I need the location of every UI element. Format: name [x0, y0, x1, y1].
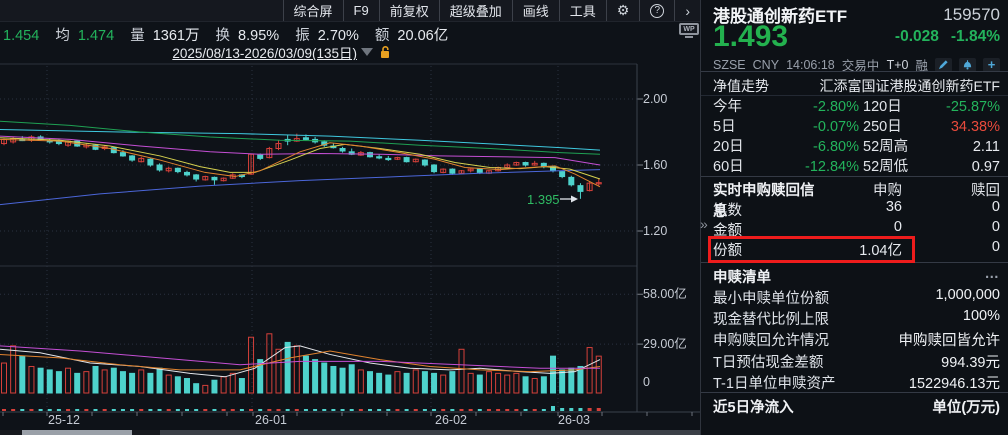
avg-price: 1.474	[78, 28, 114, 44]
edit-pencil-icon[interactable]	[935, 58, 952, 72]
panel-expand-icon[interactable]: »	[700, 215, 712, 233]
last-price: 1.454	[3, 28, 39, 44]
avg-label: 均	[55, 28, 70, 44]
perf-cell: 250日	[863, 117, 943, 137]
perf-cell: 20日	[713, 137, 771, 157]
perf-cell: -6.80%	[771, 137, 859, 157]
topbar-item-1[interactable]: F9	[343, 0, 379, 21]
svg-text:26-01: 26-01	[255, 413, 287, 427]
svg-text:2.00: 2.00	[643, 92, 667, 106]
perf-cell: 5日	[713, 117, 771, 137]
topbar-item-0[interactable]: 综合屏	[283, 0, 343, 21]
wp-window-icon[interactable]: WP	[679, 23, 699, 39]
topbar-item-3[interactable]: 超级叠加	[439, 0, 512, 21]
more-options-icon[interactable]: …	[985, 266, 1001, 287]
svg-text:1.395: 1.395	[527, 192, 560, 207]
topbar-menu: 综合屏F9前复权超级叠加画线工具	[283, 0, 606, 21]
topbar-item-4[interactable]: 画线	[512, 0, 559, 21]
nav-fund-name[interactable]: 汇添富国证港股通创新药ETF	[820, 76, 1000, 96]
svg-text:26-03: 26-03	[558, 413, 590, 427]
current-price: 1.493	[713, 20, 788, 54]
svg-text:1.60: 1.60	[643, 158, 667, 172]
price-change-pct: -1.84%	[951, 28, 1000, 46]
date-range-selector[interactable]: 2025/08/13-2026/03/09(135日)	[172, 42, 357, 62]
perf-cell: -25.87%	[943, 97, 1000, 117]
help-glyph: ?	[650, 4, 664, 18]
help-icon[interactable]: ?	[639, 0, 674, 21]
caret-down-icon[interactable]	[361, 48, 373, 56]
t0-badge: T+0	[887, 58, 909, 72]
perf-cell: 今年	[713, 97, 771, 117]
date-range-row: 2025/08/13-2026/03/09(135日)	[172, 44, 392, 60]
perf-cell: 34.38%	[943, 117, 1000, 137]
net-inflow-title: 近5日净流入	[713, 396, 794, 417]
redeem-list-title: 申赎清单	[713, 266, 771, 287]
quote-info-row: 1.454 均 1.474 量 1361万 换 8.95% 振 2.70% 额 …	[3, 24, 452, 42]
perf-cell: 0.97	[943, 157, 1000, 177]
price-change: -0.028	[895, 28, 939, 46]
perf-cell: 60日	[713, 157, 771, 177]
svg-text:26-02: 26-02	[435, 413, 467, 427]
list-row-4: T-1日单位申赎资产1522946.13元	[701, 372, 1008, 393]
kline-chart[interactable]: 2.00 1.60 1.20 58.00亿 29.00亿 0 25-12 26-01 26-02…	[0, 60, 700, 430]
list-row-1: 现金替代比例上限100%	[701, 308, 1008, 329]
quote-panel: 港股通创新药ETF 159570 1.493 -0.028 -1.84% SZS…	[700, 0, 1008, 435]
perf-cell: 120日	[863, 97, 943, 117]
horizontal-scrollbar[interactable]	[0, 430, 700, 435]
subscription-row-0: 笔数360	[701, 199, 1008, 220]
svg-text:0: 0	[643, 375, 650, 389]
perf-cell: -2.80%	[771, 97, 859, 117]
quote-time: 14:06:18	[786, 58, 835, 72]
amount-value: 20.06亿	[397, 28, 448, 44]
svg-text:58.00亿: 58.00亿	[643, 286, 687, 301]
amount-label: 额	[375, 28, 390, 44]
perf-cell: 52周低	[863, 157, 943, 177]
add-plus-icon[interactable]: +	[983, 58, 1000, 72]
wp-badge: WP	[679, 23, 699, 35]
topbar-item-5[interactable]: 工具	[559, 0, 606, 21]
currency-label: CNY	[753, 58, 779, 72]
list-row-2: 申购赎回允许情况申购赎回皆允许	[701, 329, 1008, 350]
perf-cell: 2.11	[943, 137, 1000, 157]
trading-terminal-window: 综合屏F9前复权超级叠加画线工具 ⚙ ? › 1.454 均 1.474 量 1…	[0, 0, 1008, 435]
nav-trend-label[interactable]: 净值走势	[713, 76, 769, 96]
svg-text:29.00亿: 29.00亿	[643, 336, 687, 351]
svg-text:25-12: 25-12	[48, 413, 80, 427]
exchange-label: SZSE	[713, 58, 746, 72]
perf-cell: -12.84%	[771, 157, 859, 177]
list-row-0: 最小申赎单位份额1,000,000	[701, 287, 1008, 308]
unlock-icon[interactable]	[379, 46, 392, 59]
highlight-annotation-box	[708, 236, 915, 263]
scrollbar-segment	[160, 430, 700, 435]
perf-cell: 52周高	[863, 137, 943, 157]
volume-label: 量	[130, 28, 145, 44]
perf-cell: -0.07%	[771, 117, 859, 137]
settings-gear-icon[interactable]: ⚙	[606, 0, 640, 21]
performance-grid: 今年-2.80%120日-25.87% 5日-0.07%250日34.38% 20日…	[701, 97, 1008, 177]
net-inflow-unit: 单位(万元)	[932, 396, 1000, 417]
alert-bell-icon[interactable]	[959, 58, 976, 72]
scrollbar-thumb[interactable]	[22, 430, 132, 435]
chevron-right-icon[interactable]: ›	[674, 0, 700, 21]
topbar-item-2[interactable]: 前复权	[379, 0, 439, 21]
topbar: 综合屏F9前复权超级叠加画线工具 ⚙ ? ›	[0, 0, 700, 22]
svg-text:1.20: 1.20	[643, 224, 667, 238]
chart-section: 综合屏F9前复权超级叠加画线工具 ⚙ ? › 1.454 均 1.474 量 1…	[0, 0, 700, 435]
list-row-3: T日预估现金差额994.39元	[701, 351, 1008, 372]
